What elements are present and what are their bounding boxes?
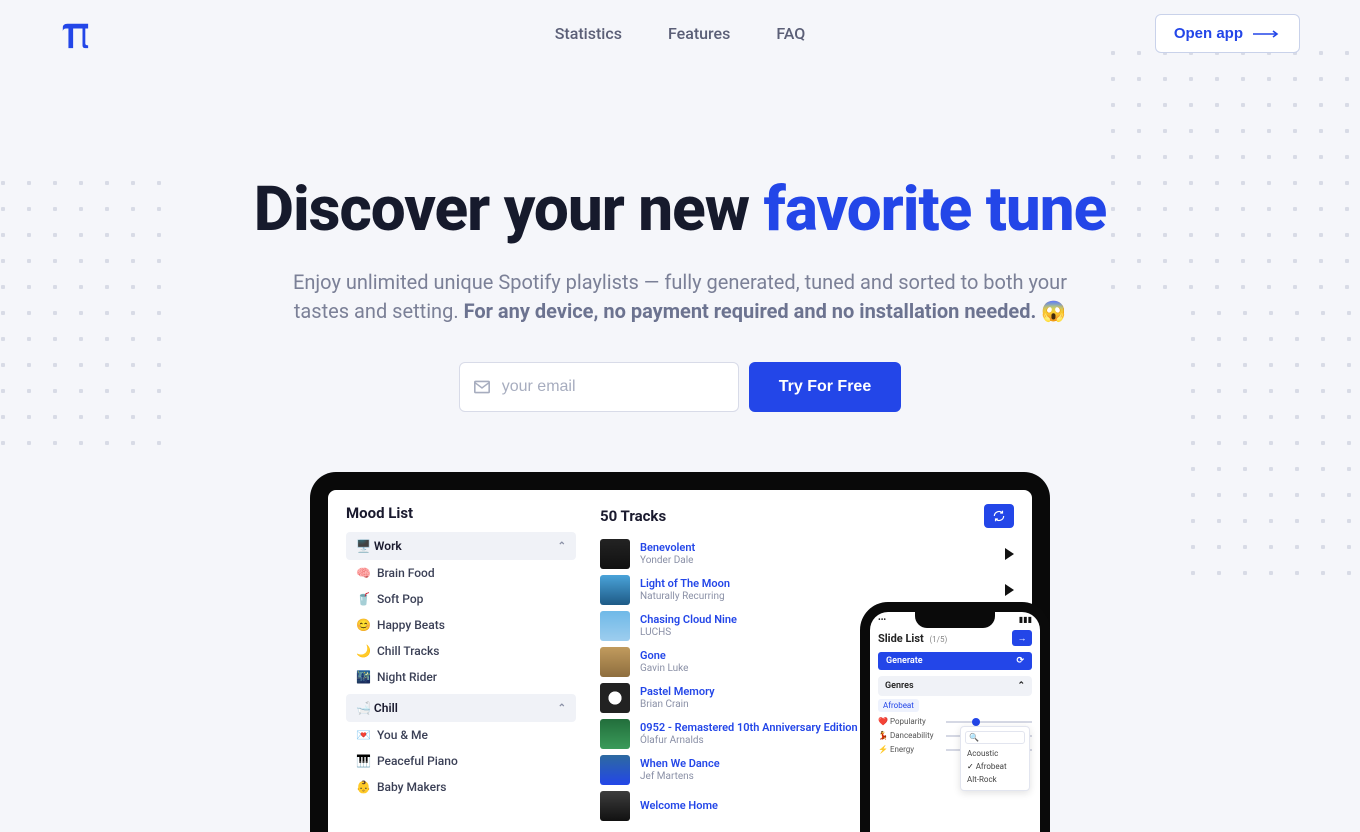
slider-track[interactable]: [946, 721, 1032, 723]
album-art: [600, 791, 630, 821]
album-art: [600, 647, 630, 677]
mood-item-label: Brain Food: [377, 566, 435, 580]
phone-title-row: Slide List (1/5): [878, 630, 1032, 646]
track-artist: Naturally Recurring: [640, 591, 995, 603]
slider-label: 💃 Danceability: [878, 731, 940, 740]
slider-row[interactable]: ❤️ Popularity: [878, 717, 1032, 726]
mood-item[interactable]: 🧠 Brain Food: [346, 560, 576, 586]
mood-item[interactable]: 🌃 Night Rider: [346, 664, 576, 690]
track-meta: Benevolent Yonder Dale: [640, 541, 995, 566]
refresh-icon: ⟳: [1016, 656, 1024, 666]
mood-item[interactable]: 💌 You & Me: [346, 722, 576, 748]
tracks-heading: 50 Tracks: [600, 507, 666, 525]
mood-group-header[interactable]: 🖥️ Work⌃: [346, 532, 576, 560]
mood-item-emoji: 🥤: [356, 592, 371, 606]
album-art: [600, 719, 630, 749]
play-icon[interactable]: [1005, 548, 1014, 560]
top-nav: Statistics Features FAQ Open app: [0, 0, 1360, 53]
device-mockup: Mood List 🖥️ Work⌃ 🧠 Brain Food 🥤 Soft Pop 😊 H…: [310, 472, 1050, 832]
mood-heading: Mood List: [346, 504, 576, 522]
mood-item-emoji: 😊: [356, 618, 371, 632]
refresh-button[interactable]: [984, 504, 1014, 528]
hero-title-accent: favorite tune: [764, 173, 1107, 246]
nav-link-features[interactable]: Features: [668, 24, 730, 43]
email-input[interactable]: [502, 378, 724, 396]
arrow-right-icon: [1253, 30, 1281, 38]
open-app-label: Open app: [1174, 25, 1243, 42]
mood-item[interactable]: 👶 Baby Makers: [346, 774, 576, 800]
hero-title-plain: Discover your new: [254, 173, 764, 246]
chevron-up-icon: ⌃: [558, 541, 566, 552]
track-row[interactable]: Benevolent Yonder Dale: [600, 536, 1014, 572]
track-title: Benevolent: [640, 541, 995, 554]
phone-title-suffix: (1/5): [929, 635, 947, 644]
mood-item-emoji: 🎹: [356, 754, 371, 768]
mood-item-emoji: 🌙: [356, 644, 371, 658]
try-free-button[interactable]: Try For Free: [749, 362, 901, 412]
chevron-up-icon: ⌃: [1017, 681, 1025, 691]
genre-option[interactable]: Alt-Rock: [965, 773, 1025, 786]
mood-item-label: Soft Pop: [377, 592, 423, 606]
hero-title: Discover your new favorite tune: [0, 173, 1360, 246]
album-art: [600, 683, 630, 713]
generate-label: Generate: [886, 656, 923, 666]
genre-search[interactable]: 🔍: [965, 731, 1025, 744]
phone-title: Slide List: [878, 632, 924, 645]
generate-button[interactable]: Generate ⟳: [878, 652, 1032, 670]
album-art: [600, 755, 630, 785]
mood-item-emoji: 🌃: [356, 670, 371, 684]
genre-dropdown: 🔍 AcousticAfrobeatAlt-Rock: [960, 726, 1030, 791]
chevron-up-icon: ⌃: [558, 703, 566, 714]
phone-go-button[interactable]: [1012, 630, 1032, 646]
refresh-icon: [992, 509, 1006, 523]
mood-item[interactable]: 🥤 Soft Pop: [346, 586, 576, 612]
mood-item-label: Chill Tracks: [377, 644, 439, 658]
mood-list-column: Mood List 🖥️ Work⌃ 🧠 Brain Food 🥤 Soft Pop 😊 H…: [346, 504, 576, 818]
mood-item-label: Night Rider: [377, 670, 437, 684]
logo-pi-icon[interactable]: [60, 19, 90, 49]
phone-notch: [915, 612, 995, 628]
nav-links: Statistics Features FAQ: [555, 24, 806, 43]
mood-item-label: You & Me: [377, 728, 428, 742]
mood-item-label: Peaceful Piano: [377, 754, 458, 768]
album-art: [600, 539, 630, 569]
mood-group-header[interactable]: 🛁 Chill⌃: [346, 694, 576, 722]
nav-link-faq[interactable]: FAQ: [776, 24, 805, 43]
email-field-wrapper: [459, 362, 739, 412]
hero-sub-bold: For any device, no payment required and …: [464, 299, 1067, 323]
mood-item-emoji: 💌: [356, 728, 371, 742]
mood-item[interactable]: 😊 Happy Beats: [346, 612, 576, 638]
mood-item[interactable]: 🎹 Peaceful Piano: [346, 748, 576, 774]
genres-label: Genres: [885, 681, 914, 691]
phone-frame: ••• 13:37 ▮▮▮ Slide List (1/5) Generate …: [860, 602, 1050, 832]
genre-pill[interactable]: Afrobeat: [878, 699, 919, 712]
album-art: [600, 575, 630, 605]
track-title: Light of The Moon: [640, 577, 995, 590]
slider-label: ❤️ Popularity: [878, 717, 940, 726]
mood-item-emoji: 👶: [356, 780, 371, 794]
open-app-button[interactable]: Open app: [1155, 14, 1300, 53]
play-icon[interactable]: [1005, 584, 1014, 596]
track-artist: Yonder Dale: [640, 555, 995, 567]
slider-label: ⚡ Energy: [878, 745, 940, 754]
genres-accordion[interactable]: Genres ⌃: [878, 676, 1032, 696]
mail-icon: [474, 380, 490, 394]
mood-item[interactable]: 🌙 Chill Tracks: [346, 638, 576, 664]
mood-item-emoji: 🧠: [356, 566, 371, 580]
genre-option[interactable]: Afrobeat: [965, 760, 1025, 773]
mood-item-label: Baby Makers: [377, 780, 447, 794]
genre-option[interactable]: Acoustic: [965, 747, 1025, 760]
hero-section: Discover your new favorite tune Enjoy un…: [0, 173, 1360, 412]
mood-item-label: Happy Beats: [377, 618, 445, 632]
signup-form: Try For Free: [0, 362, 1360, 412]
nav-link-statistics[interactable]: Statistics: [555, 24, 622, 43]
track-meta: Light of The Moon Naturally Recurring: [640, 577, 995, 602]
hero-subtitle: Enjoy unlimited unique Spotify playlists…: [290, 268, 1070, 326]
slider-knob[interactable]: [972, 718, 980, 726]
album-art: [600, 611, 630, 641]
